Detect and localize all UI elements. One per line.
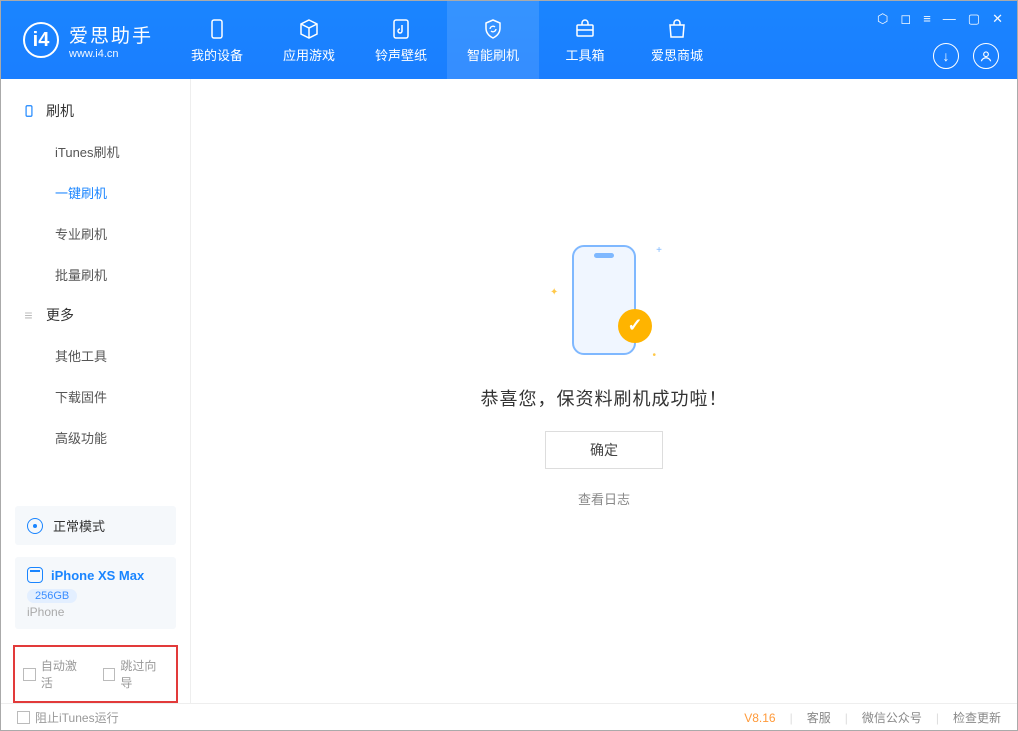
account-button[interactable] xyxy=(973,43,999,69)
lock-icon[interactable]: ◻ xyxy=(900,11,911,27)
sidebar-item-batch-flash[interactable]: 批量刷机 xyxy=(1,254,190,295)
main-tabs: 我的设备 应用游戏 铃声壁纸 智能刷机 工具箱 爱思商城 xyxy=(171,1,723,79)
phone-icon xyxy=(21,104,36,119)
device-icon xyxy=(205,17,229,41)
shirt-icon[interactable]: ⬡ xyxy=(877,11,888,27)
device-storage-badge: 256GB xyxy=(27,589,77,603)
checkbox-auto-activate[interactable]: 自动激活 xyxy=(23,657,89,691)
checkbox-icon xyxy=(23,668,36,681)
sparkle-icon: + xyxy=(656,245,662,256)
sparkle-icon: ✦ xyxy=(550,287,558,298)
close-button[interactable]: ✕ xyxy=(992,11,1003,27)
sidebar-section-more: ≡ 更多 xyxy=(1,295,190,335)
main-area: 刷机 iTunes刷机 一键刷机 专业刷机 批量刷机 ≡ 更多 其他工具 下载固… xyxy=(1,79,1017,703)
minimize-button[interactable]: — xyxy=(943,11,956,27)
sidebar-item-other-tools[interactable]: 其他工具 xyxy=(1,335,190,376)
sidebar-item-advanced[interactable]: 高级功能 xyxy=(1,417,190,458)
tab-label: 智能刷机 xyxy=(467,45,519,64)
download-button[interactable]: ↓ xyxy=(933,43,959,69)
menu-icon[interactable]: ≡ xyxy=(923,11,931,27)
footer-link-service[interactable]: 客服 xyxy=(807,709,831,726)
footer-link-update[interactable]: 检查更新 xyxy=(953,709,1001,726)
success-message: 恭喜您，保资料刷机成功啦！ xyxy=(481,385,728,411)
tab-label: 铃声壁纸 xyxy=(375,45,427,64)
logo-area: i4 爱思助手 www.i4.cn xyxy=(1,1,171,79)
header-actions: ↓ xyxy=(933,43,999,69)
footer-link-wechat[interactable]: 微信公众号 xyxy=(862,709,922,726)
sidebar-item-download-firmware[interactable]: 下载固件 xyxy=(1,376,190,417)
cube-icon xyxy=(297,17,321,41)
options-box: 自动激活 跳过向导 xyxy=(13,645,178,703)
sidebar-item-itunes-flash[interactable]: iTunes刷机 xyxy=(1,131,190,172)
ok-button[interactable]: 确定 xyxy=(545,431,663,469)
device-small-icon xyxy=(27,567,43,583)
tab-apps-games[interactable]: 应用游戏 xyxy=(263,1,355,79)
sidebar-section-flash: 刷机 xyxy=(1,91,190,131)
mode-icon xyxy=(27,518,43,534)
content-area: ✦ + • ✓ 恭喜您，保资料刷机成功啦！ 确定 查看日志 xyxy=(191,79,1017,703)
device-type: iPhone xyxy=(27,605,164,619)
tab-toolbox[interactable]: 工具箱 xyxy=(539,1,631,79)
mode-card[interactable]: 正常模式 xyxy=(15,506,176,545)
checkbox-skip-guide[interactable]: 跳过向导 xyxy=(103,657,169,691)
tab-smart-flash[interactable]: 智能刷机 xyxy=(447,1,539,79)
window-controls: ⬡ ◻ ≡ — ▢ ✕ xyxy=(877,11,1003,27)
view-log-link[interactable]: 查看日志 xyxy=(578,489,630,508)
tab-label: 我的设备 xyxy=(191,45,243,64)
shield-refresh-icon xyxy=(481,17,505,41)
sparkle-icon: • xyxy=(652,350,656,361)
app-url: www.i4.cn xyxy=(69,48,153,60)
tab-label: 爱思商城 xyxy=(651,45,703,64)
success-illustration: ✦ + • ✓ xyxy=(544,235,664,365)
toolbox-icon xyxy=(573,17,597,41)
header: i4 爱思助手 www.i4.cn 我的设备 应用游戏 铃声壁纸 智能刷机 工具… xyxy=(1,1,1017,79)
app-name: 爱思助手 xyxy=(69,21,153,48)
device-card[interactable]: iPhone XS Max 256GB iPhone xyxy=(15,557,176,629)
sidebar-item-pro-flash[interactable]: 专业刷机 xyxy=(1,213,190,254)
list-icon: ≡ xyxy=(21,308,36,323)
music-file-icon xyxy=(389,17,413,41)
checkbox-icon xyxy=(17,711,30,724)
tab-label: 应用游戏 xyxy=(283,45,335,64)
tab-label: 工具箱 xyxy=(566,45,605,64)
device-name: iPhone XS Max xyxy=(51,568,144,583)
maximize-button[interactable]: ▢ xyxy=(968,11,980,27)
tab-my-device[interactable]: 我的设备 xyxy=(171,1,263,79)
sidebar: 刷机 iTunes刷机 一键刷机 专业刷机 批量刷机 ≡ 更多 其他工具 下载固… xyxy=(1,79,191,703)
footer: 阻止iTunes运行 V8.16 | 客服 | 微信公众号 | 检查更新 xyxy=(1,703,1017,731)
tab-store[interactable]: 爱思商城 xyxy=(631,1,723,79)
checkbox-block-itunes[interactable]: 阻止iTunes运行 xyxy=(17,709,119,726)
tab-ringtones-wallpapers[interactable]: 铃声壁纸 xyxy=(355,1,447,79)
sidebar-item-onekey-flash[interactable]: 一键刷机 xyxy=(1,172,190,213)
version-label: V8.16 xyxy=(744,711,775,725)
bag-icon xyxy=(665,17,689,41)
mode-label: 正常模式 xyxy=(53,516,105,535)
logo-icon: i4 xyxy=(23,22,59,58)
checkbox-icon xyxy=(103,668,116,681)
check-icon: ✓ xyxy=(618,309,652,343)
